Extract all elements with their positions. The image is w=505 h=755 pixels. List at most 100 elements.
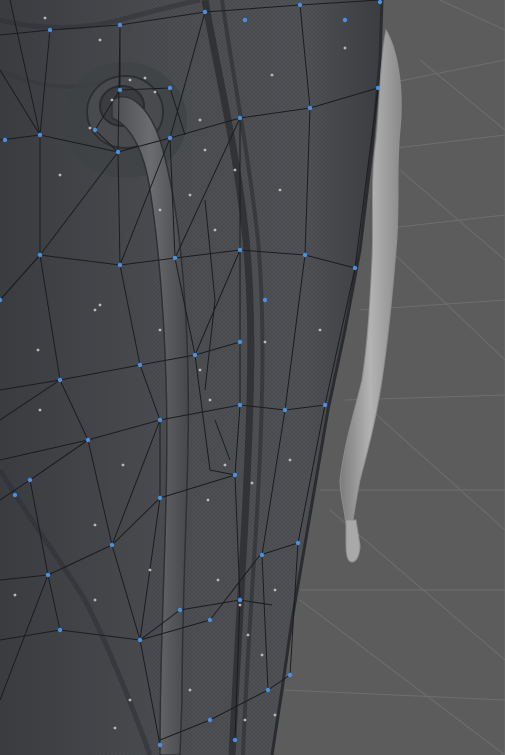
vertex-point[interactable] (37, 132, 43, 138)
highlight-dot (208, 398, 212, 402)
vertex-point[interactable] (177, 607, 183, 613)
grid-line (284, 689, 505, 701)
highlight-dot (110, 98, 114, 102)
vertex-point[interactable] (109, 542, 115, 548)
highlight-dot (158, 208, 162, 212)
highlight-dot (128, 78, 132, 82)
vertex-point[interactable] (295, 540, 301, 546)
3d-viewport[interactable] (0, 0, 505, 755)
grid-line (299, 599, 505, 755)
vertex-point[interactable] (237, 402, 243, 408)
highlight-dot (246, 633, 250, 637)
vertex-point[interactable] (307, 105, 313, 111)
vertex-point[interactable] (192, 352, 198, 358)
vertex-point[interactable] (265, 687, 271, 693)
highlight-dot (148, 568, 152, 572)
vertex-point[interactable] (322, 402, 328, 408)
highlight-dot (203, 148, 207, 152)
vertex-point[interactable] (232, 737, 238, 743)
vertex-point[interactable] (302, 252, 308, 258)
highlight-dot (113, 726, 117, 730)
highlight-dot (206, 498, 210, 502)
highlight-dot (250, 481, 254, 485)
vertex-point[interactable] (27, 477, 33, 483)
highlight-dot (13, 593, 17, 597)
vertex-point[interactable] (37, 252, 43, 258)
highlight-dot (188, 688, 192, 692)
highlight-dot (121, 463, 125, 467)
vertex-point[interactable] (262, 297, 268, 303)
vertex-point[interactable] (172, 255, 178, 261)
vertex-point[interactable] (237, 339, 243, 345)
highlight-dot (243, 718, 247, 722)
highlight-dot (93, 308, 97, 312)
vertex-point[interactable] (202, 9, 208, 15)
highlight-dot (38, 408, 42, 412)
vertex-point[interactable] (12, 492, 18, 498)
vertex-point[interactable] (242, 17, 248, 23)
highlight-dot (188, 193, 192, 197)
highlight-dot (213, 228, 217, 232)
highlight-dot (216, 578, 220, 582)
vertex-point[interactable] (92, 127, 98, 133)
highlight-dot (273, 588, 277, 592)
highlight-dot (98, 303, 102, 307)
highlight-dot (270, 73, 274, 77)
highlight-dot (288, 458, 292, 462)
grid-line (439, 0, 505, 31)
vertex-point[interactable] (157, 495, 163, 501)
highlight-dot (233, 168, 237, 172)
vertex-point[interactable] (115, 149, 121, 155)
vertex-point[interactable] (297, 2, 303, 8)
highlight-dot (93, 598, 97, 602)
vertex-point[interactable] (259, 552, 265, 558)
highlight-dot (263, 340, 267, 344)
highlight-dot (223, 463, 227, 467)
vertex-point[interactable] (282, 407, 288, 413)
vertex-point[interactable] (207, 717, 213, 723)
vertex-point[interactable] (157, 742, 163, 748)
highlight-dot (260, 653, 264, 657)
highlight-dot (273, 713, 277, 717)
vertex-point[interactable] (57, 377, 63, 383)
viewport-canvas[interactable] (0, 0, 505, 755)
grid-line (419, 59, 505, 131)
vertex-point[interactable] (117, 87, 123, 93)
highlight-dot (198, 118, 202, 122)
vertex-point[interactable] (232, 472, 238, 478)
vertex-point[interactable] (57, 627, 63, 633)
grid-line (399, 169, 505, 261)
vertex-point[interactable] (117, 262, 123, 268)
vertex-point[interactable] (45, 572, 51, 578)
vertex-point[interactable] (352, 265, 358, 271)
vertex-point[interactable] (47, 27, 53, 33)
sculpt-mesh[interactable] (0, 0, 384, 755)
vertex-point[interactable] (167, 85, 173, 91)
highlight-dot (343, 46, 347, 50)
highlight-dot (198, 368, 202, 372)
highlight-dot (98, 38, 102, 42)
grid-line (359, 399, 505, 531)
vertex-point[interactable] (2, 137, 8, 143)
vertex-point[interactable] (85, 437, 91, 443)
highlight-dot (238, 603, 242, 607)
highlight-dot (58, 173, 62, 177)
vertex-point[interactable] (157, 417, 163, 423)
vertex-point[interactable] (237, 115, 243, 121)
vertex-point[interactable] (167, 135, 173, 141)
highlight-dot (128, 698, 132, 702)
vertex-point[interactable] (237, 597, 243, 603)
vertex-point[interactable] (342, 17, 348, 23)
vertex-point[interactable] (377, 0, 383, 5)
vertex-point[interactable] (117, 22, 123, 28)
highlight-dot (318, 328, 322, 332)
vertex-point[interactable] (207, 617, 213, 623)
vertex-point[interactable] (137, 637, 143, 643)
vertex-point[interactable] (237, 247, 243, 253)
highlight-dot (143, 76, 147, 80)
vertex-point[interactable] (137, 362, 143, 368)
highlight-dot (93, 523, 97, 527)
highlight-dot (153, 90, 157, 94)
vertex-point[interactable] (287, 672, 293, 678)
highlight-dot (36, 348, 40, 352)
